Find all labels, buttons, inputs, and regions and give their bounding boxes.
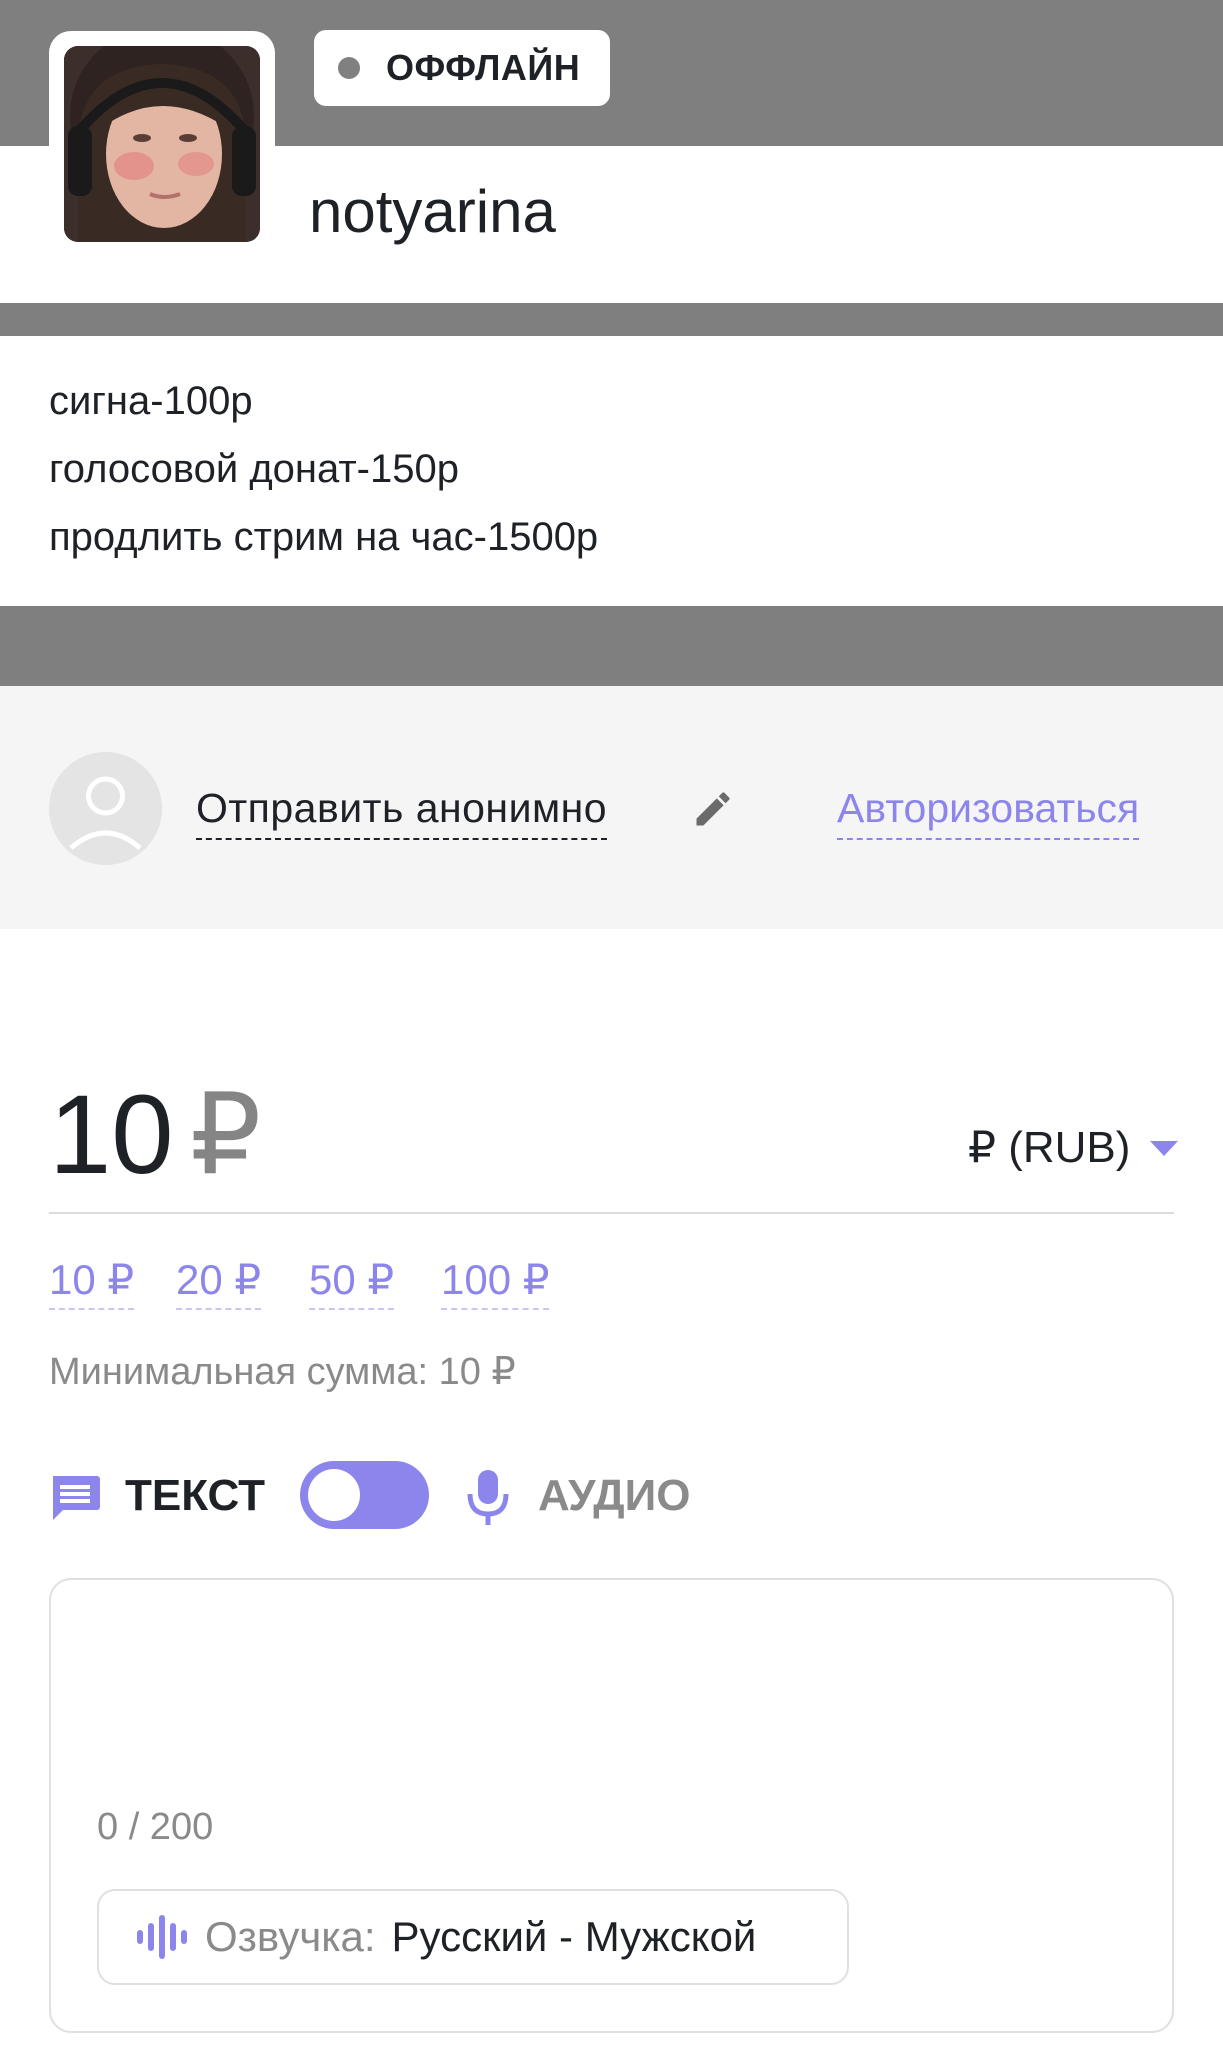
amount-input[interactable]: 10 <box>49 1070 174 1200</box>
separator-band <box>0 606 1223 686</box>
voice-label: Озвучка: <box>205 1913 376 1960</box>
voice-value: Русский - Мужской <box>391 1913 757 1960</box>
preset-amount-button[interactable]: 100 ₽ <box>441 1252 550 1310</box>
pencil-icon[interactable] <box>691 787 735 831</box>
description-line: сигна-100р <box>49 379 253 423</box>
minimum-amount-note: Минимальная сумма: 10 ₽ <box>49 1351 516 1393</box>
preset-amount-button[interactable]: 50 ₽ <box>309 1252 395 1310</box>
amount-currency-sign: ₽ <box>190 1072 262 1197</box>
text-mode-label[interactable]: ТЕКСТ <box>125 1466 265 1526</box>
status-badge: ОФФЛАЙН <box>314 30 610 106</box>
send-anonymously-link[interactable]: Отправить анонимно <box>196 780 608 840</box>
toggle-knob <box>308 1469 360 1521</box>
description-line: продлить стрим на час-1500р <box>49 515 599 559</box>
status-text: ОФФЛАЙН <box>386 47 581 88</box>
status-dot-icon <box>338 57 360 79</box>
login-link[interactable]: Авторизоваться <box>837 780 1140 840</box>
currency-value: ₽ (RUB) <box>968 1123 1131 1172</box>
voice-wave-icon <box>135 1914 187 1960</box>
character-counter: 0 / 200 <box>97 1806 214 1848</box>
mode-toggle[interactable] <box>300 1461 429 1529</box>
preset-amount-button[interactable]: 10 ₽ <box>49 1252 135 1310</box>
currency-select[interactable]: ₽ (RUB) <box>968 1118 1179 1178</box>
description-line: голосовой донат-150р <box>49 447 459 491</box>
chevron-down-icon <box>1150 1140 1179 1156</box>
streamer-photo <box>64 46 260 242</box>
separator-band <box>0 303 1223 336</box>
user-placeholder-icon <box>49 752 162 865</box>
audio-mode-label[interactable]: АУДИО <box>538 1466 690 1526</box>
amount-underline <box>49 1212 1174 1214</box>
streamer-avatar <box>64 46 260 242</box>
voice-select[interactable]: Озвучка: Русский - Мужской <box>97 1889 849 1985</box>
microphone-icon[interactable] <box>466 1468 510 1526</box>
streamer-name: notyarina <box>309 178 556 245</box>
description-panel: сигна-100р голосовой донат-150р продлить… <box>0 336 1223 606</box>
message-icon[interactable] <box>49 1474 101 1522</box>
preset-amount-button[interactable]: 20 ₽ <box>176 1252 262 1310</box>
